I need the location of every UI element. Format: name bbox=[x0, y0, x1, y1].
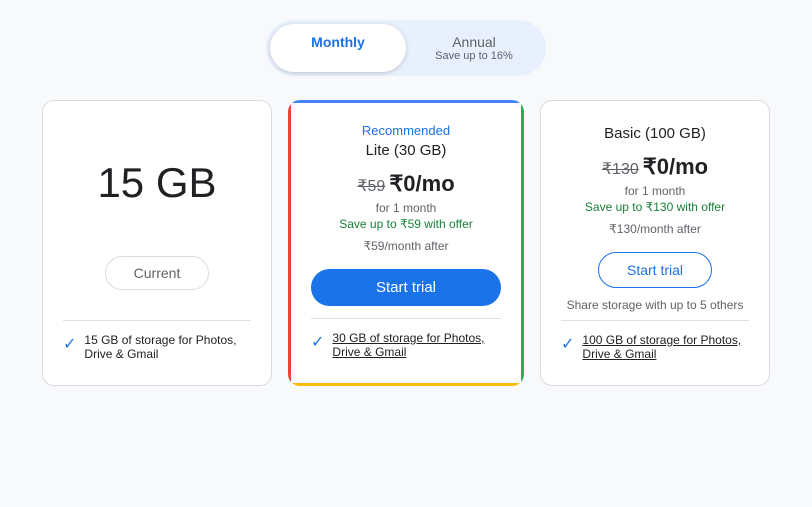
current-button[interactable]: Current bbox=[105, 256, 210, 290]
basic-current-price: ₹0/mo bbox=[643, 154, 708, 180]
recommended-label: Recommended bbox=[362, 123, 450, 138]
lite-after-text: ₹59/month after bbox=[363, 239, 448, 253]
basic-feature-text: 100 GB of storage for Photos, Drive & Gm… bbox=[582, 333, 749, 361]
billing-toggle[interactable]: Monthly Annual Save up to 16% bbox=[266, 20, 546, 76]
plans-container: 15 GB Current ✓ 15 GB of storage for Pho… bbox=[42, 100, 770, 386]
basic-plan-card: Basic (100 GB) ₹130 ₹0/mo for 1 month Sa… bbox=[540, 100, 770, 386]
basic-pricing: ₹130 ₹0/mo bbox=[602, 154, 708, 180]
basic-feature-item: ✓ 100 GB of storage for Photos, Drive & … bbox=[561, 333, 749, 361]
lite-save-text: Save up to ₹59 with offer bbox=[339, 217, 473, 231]
basic-feature-section: ✓ 100 GB of storage for Photos, Drive & … bbox=[561, 320, 749, 361]
basic-original-price: ₹130 bbox=[602, 159, 639, 179]
lite-period: for 1 month bbox=[376, 201, 437, 215]
annual-toggle[interactable]: Annual Save up to 16% bbox=[406, 24, 542, 72]
lite-start-trial-button[interactable]: Start trial bbox=[311, 269, 501, 306]
monthly-toggle[interactable]: Monthly bbox=[270, 24, 406, 72]
lite-feature-section: ✓ 30 GB of storage for Photos, Drive & G… bbox=[311, 318, 501, 359]
free-feature-text: 15 GB of storage for Photos, Drive & Gma… bbox=[84, 333, 251, 361]
lite-original-price: ₹59 bbox=[357, 176, 385, 196]
annual-label: Annual bbox=[452, 34, 496, 50]
annual-save-text: Save up to 16% bbox=[422, 50, 526, 62]
monthly-label: Monthly bbox=[311, 34, 365, 50]
lite-current-price: ₹0/mo bbox=[389, 171, 454, 197]
free-plan-card: 15 GB Current ✓ 15 GB of storage for Pho… bbox=[42, 100, 272, 386]
lite-feature-item: ✓ 30 GB of storage for Photos, Drive & G… bbox=[311, 331, 501, 359]
free-feature-item: ✓ 15 GB of storage for Photos, Drive & G… bbox=[63, 320, 251, 361]
lite-plan-wrapper: Recommended Lite (30 GB) ₹59 ₹0/mo for 1… bbox=[288, 100, 524, 386]
lite-check-icon: ✓ bbox=[311, 332, 324, 352]
free-storage-label: 15 GB bbox=[97, 159, 216, 207]
basic-period: for 1 month bbox=[625, 184, 686, 198]
lite-pricing: ₹59 ₹0/mo bbox=[357, 171, 454, 197]
basic-check-icon: ✓ bbox=[561, 334, 574, 354]
basic-save-text: Save up to ₹130 with offer bbox=[585, 200, 725, 214]
basic-plan-name: Basic (100 GB) bbox=[604, 125, 706, 142]
basic-start-trial-button[interactable]: Start trial bbox=[598, 252, 712, 288]
basic-share-note: Share storage with up to 5 others bbox=[567, 298, 744, 312]
lite-feature-text: 30 GB of storage for Photos, Drive & Gma… bbox=[332, 331, 501, 359]
check-icon: ✓ bbox=[63, 334, 76, 354]
lite-plan-card: Recommended Lite (30 GB) ₹59 ₹0/mo for 1… bbox=[291, 103, 521, 379]
basic-after-text: ₹130/month after bbox=[609, 222, 701, 236]
lite-plan-name: Lite (30 GB) bbox=[366, 142, 447, 159]
